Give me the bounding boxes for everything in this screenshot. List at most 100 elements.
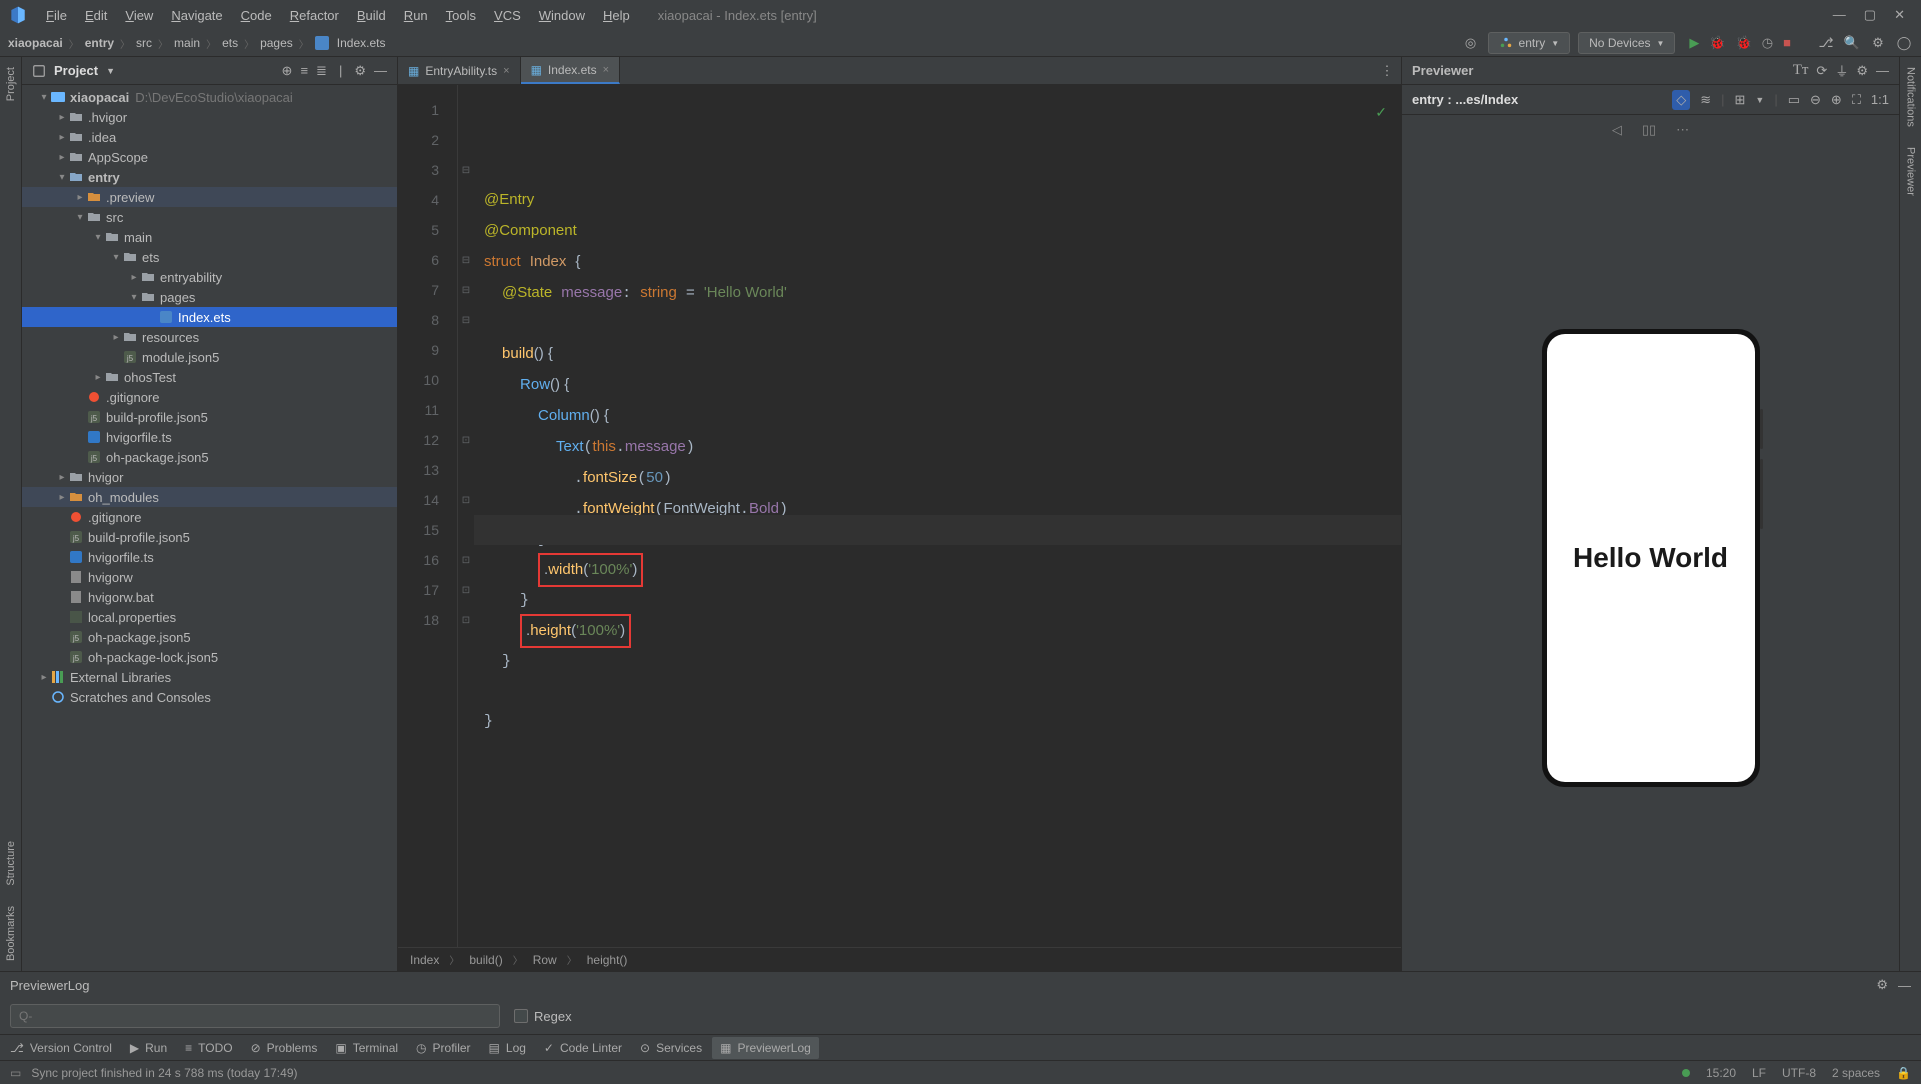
select-opened-icon[interactable]: ⊕ (282, 63, 293, 79)
actual-size-icon[interactable]: 1:1 (1871, 92, 1889, 107)
tree-AppScope[interactable]: ▸AppScope (22, 147, 397, 167)
tool-log[interactable]: ▤Log (489, 1041, 526, 1055)
tree-hvigorw[interactable]: hvigorw (22, 567, 397, 587)
hide-panel-icon[interactable]: — (374, 63, 387, 78)
tree-hvigorfile.ts[interactable]: hvigorfile.ts (22, 427, 397, 447)
ebc-Index[interactable]: Index (410, 953, 439, 967)
menu-run[interactable]: Run (396, 4, 436, 27)
cursor-position[interactable]: 15:20 (1706, 1066, 1736, 1080)
git-icon[interactable]: ⎇ (1817, 34, 1835, 52)
ebc-height()[interactable]: height() (587, 953, 628, 967)
tool-version-control[interactable]: ⎇Version Control (10, 1041, 112, 1055)
tree-oh-package-lock.json5[interactable]: j5oh-package-lock.json5 (22, 647, 397, 667)
tree-.hvigor[interactable]: ▸.hvigor (22, 107, 397, 127)
minimize-icon[interactable]: — (1833, 7, 1846, 23)
dropdown-icon[interactable]: ▼ (1755, 95, 1764, 105)
ebc-build()[interactable]: build() (469, 953, 502, 967)
menu-edit[interactable]: Edit (77, 4, 115, 27)
menu-vcs[interactable]: VCS (486, 4, 529, 27)
tool-todo[interactable]: ≡TODO (185, 1041, 232, 1055)
tree-Scratches and Consoles[interactable]: Scratches and Consoles (22, 687, 397, 707)
inspect-icon[interactable]: ⏚ (1835, 61, 1848, 80)
tree-src[interactable]: ▾src (22, 207, 397, 227)
crumb-entry[interactable]: entry (85, 36, 114, 50)
strip-notifications[interactable]: Notifications (1905, 67, 1917, 127)
run-icon[interactable]: ▶ (1689, 35, 1699, 51)
device-selector[interactable]: No Devices ▼ (1578, 32, 1675, 54)
tree-module.json5[interactable]: j5module.json5 (22, 347, 397, 367)
refresh-icon[interactable]: ⟳ (1816, 63, 1827, 79)
back-icon[interactable]: ◁ (1612, 122, 1622, 138)
tab-close-icon[interactable]: × (503, 65, 509, 77)
hide-log-icon[interactable]: — (1898, 978, 1911, 993)
code-editor[interactable]: ✓ @Entry @Component struct Index { @Stat… (474, 85, 1401, 947)
coverage-icon[interactable]: 🐞 (1736, 35, 1752, 51)
fit-icon[interactable]: ▭ (1788, 92, 1800, 108)
tree-local.properties[interactable]: local.properties (22, 607, 397, 627)
search-icon[interactable]: 🔍 (1843, 34, 1861, 52)
menu-code[interactable]: Code (233, 4, 280, 27)
lock-icon[interactable]: 🔒 (1896, 1066, 1911, 1080)
ebc-Row[interactable]: Row (533, 953, 557, 967)
crumb-pages[interactable]: pages (260, 36, 293, 50)
tab-close-icon[interactable]: × (603, 64, 609, 76)
tool-services[interactable]: ⊙Services (640, 1041, 702, 1055)
line-ending[interactable]: LF (1752, 1066, 1766, 1080)
crumb-src[interactable]: src (136, 36, 152, 50)
maximize-icon[interactable]: ▢ (1864, 7, 1876, 23)
tree-xiaopacai[interactable]: ▾xiaopacaiD:\DevEcoStudio\xiaopacai (22, 87, 397, 107)
tree-.preview[interactable]: ▸.preview (22, 187, 397, 207)
tool-terminal[interactable]: ▣Terminal (335, 1041, 398, 1055)
debug-icon[interactable]: 🐞 (1709, 35, 1725, 51)
crumb-xiaopacai[interactable]: xiaopacai (8, 36, 63, 50)
tree-main[interactable]: ▾main (22, 227, 397, 247)
tab-EntryAbility.ts[interactable]: ▦EntryAbility.ts× (398, 57, 521, 84)
tree-.gitignore[interactable]: .gitignore (22, 507, 397, 527)
tree-ohosTest[interactable]: ▸ohosTest (22, 367, 397, 387)
tree-oh-package.json5[interactable]: j5oh-package.json5 (22, 447, 397, 467)
tree-hvigorw.bat[interactable]: hvigorw.bat (22, 587, 397, 607)
status-corner-icon[interactable]: ▭ (10, 1066, 21, 1080)
crumb-ets[interactable]: ets (222, 36, 238, 50)
strip-bookmarks[interactable]: Bookmarks (5, 906, 17, 961)
prev-settings-icon[interactable]: ⚙ (1856, 63, 1868, 79)
tool-code-linter[interactable]: ✓Code Linter (544, 1041, 622, 1055)
close-icon[interactable]: ✕ (1894, 7, 1905, 23)
hide-previewer-icon[interactable]: — (1876, 63, 1889, 78)
crumb-Index.ets[interactable]: Index.ets (337, 36, 386, 50)
expand-all-icon[interactable]: ≡ (300, 63, 308, 78)
grid-icon[interactable]: ⊞ (1734, 92, 1745, 108)
encoding[interactable]: UTF-8 (1782, 1066, 1816, 1080)
project-tree[interactable]: ▾xiaopacaiD:\DevEcoStudio\xiaopacai▸.hvi… (22, 85, 397, 971)
stop-icon[interactable]: ■ (1783, 35, 1791, 51)
rotate-icon[interactable]: ▯▯ (1642, 122, 1656, 138)
tree-entry[interactable]: ▾entry (22, 167, 397, 187)
tree-ets[interactable]: ▾ets (22, 247, 397, 267)
log-settings-icon[interactable]: ⚙ (1876, 977, 1888, 993)
tree-entryability[interactable]: ▸entryability (22, 267, 397, 287)
panel-settings-icon[interactable]: ⚙ (354, 63, 366, 79)
crumb-main[interactable]: main (174, 36, 200, 50)
tab-Index.ets[interactable]: ▦Index.ets× (521, 57, 620, 84)
menu-refactor[interactable]: Refactor (282, 4, 347, 27)
tool-problems[interactable]: ⊘Problems (251, 1041, 318, 1055)
project-dropdown-icon[interactable]: ▼ (106, 66, 115, 76)
tool-profiler[interactable]: ◷Profiler (416, 1041, 471, 1055)
log-search-input[interactable]: Q- (10, 1004, 500, 1028)
tree-oh-package.json5[interactable]: j5oh-package.json5 (22, 627, 397, 647)
layers-icon[interactable]: ≋ (1700, 92, 1711, 108)
menu-window[interactable]: Window (531, 4, 593, 27)
user-icon[interactable]: ◯ (1895, 34, 1913, 52)
tree-.gitignore[interactable]: .gitignore (22, 387, 397, 407)
menu-navigate[interactable]: Navigate (163, 4, 230, 27)
tool-run[interactable]: ▶Run (130, 1041, 167, 1055)
tree-Index.ets[interactable]: Index.ets (22, 307, 397, 327)
locate-icon[interactable]: ◇ (1672, 90, 1690, 110)
phone-screen[interactable]: Hello World (1547, 334, 1755, 782)
tool-previewerlog[interactable]: ▦PreviewerLog (712, 1037, 819, 1059)
tree-oh_modules[interactable]: ▸oh_modules (22, 487, 397, 507)
tree-hvigorfile.ts[interactable]: hvigorfile.ts (22, 547, 397, 567)
tabs-menu-icon[interactable]: ⋮ (1373, 57, 1401, 84)
profile-icon[interactable]: ◷ (1762, 35, 1773, 51)
tree-resources[interactable]: ▸resources (22, 327, 397, 347)
